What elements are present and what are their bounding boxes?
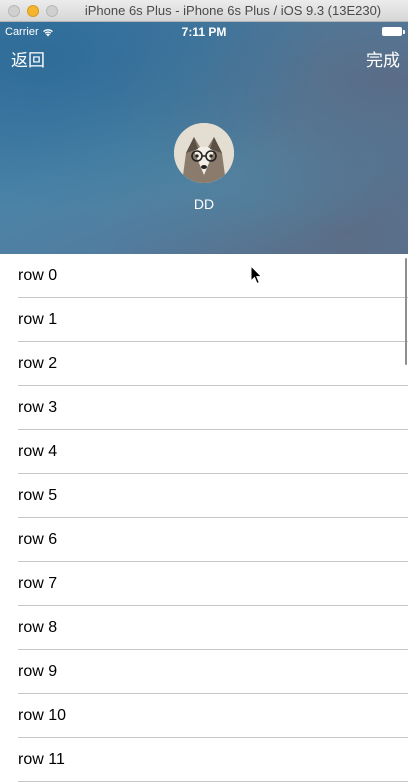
row-label: row 7: [18, 575, 58, 592]
mouse-pointer-icon: [250, 265, 263, 285]
table-row[interactable]: row 10: [0, 694, 408, 738]
table-row[interactable]: row 11: [0, 738, 408, 782]
scroll-indicator: [405, 258, 407, 365]
window-title: iPhone 6s Plus - iPhone 6s Plus / iOS 9.…: [84, 3, 382, 18]
table-row[interactable]: row 8: [0, 606, 408, 650]
window-close-button[interactable]: [8, 5, 20, 17]
done-button[interactable]: 完成: [366, 46, 400, 71]
back-button[interactable]: 返回: [11, 46, 45, 71]
window-minimize-button[interactable]: [27, 5, 39, 17]
table-view[interactable]: row 0 row 1 row 2 row 3 row 4 row 5 row 6 row 7…: [0, 254, 408, 782]
status-bar: Carrier 7:11 PM: [0, 22, 408, 42]
row-label: row 8: [18, 619, 58, 636]
table-row[interactable]: row 7: [0, 562, 408, 606]
table-row[interactable]: row 2: [0, 342, 408, 386]
simulator-title-bar: iPhone 6s Plus - iPhone 6s Plus / iOS 9.…: [0, 0, 408, 22]
window-zoom-button[interactable]: [46, 5, 58, 17]
table-row[interactable]: row 0: [0, 254, 408, 298]
row-label: row 3: [18, 399, 58, 416]
row-label: row 6: [18, 531, 58, 548]
status-clock: 7:11 PM: [181, 25, 227, 39]
table-row[interactable]: row 4: [0, 430, 408, 474]
table-row[interactable]: row 3: [0, 386, 408, 430]
avatar[interactable]: [174, 123, 234, 183]
table-row[interactable]: row 9: [0, 650, 408, 694]
row-label: row 2: [18, 355, 58, 372]
row-label: row 9: [18, 663, 58, 680]
table-row[interactable]: row 5: [0, 474, 408, 518]
profile-name: DD: [193, 196, 215, 212]
battery-icon: [382, 27, 405, 36]
profile-header: Carrier 7:11 PM 返回 完成 DD: [0, 22, 408, 254]
row-label: row 1: [18, 311, 58, 328]
table-row[interactable]: row 1: [0, 298, 408, 342]
row-label: row 4: [18, 443, 58, 460]
table-row[interactable]: row 6: [0, 518, 408, 562]
dog-avatar-image: [174, 123, 234, 183]
row-label: row 11: [18, 751, 65, 768]
row-label: row 0: [18, 267, 58, 284]
row-label: row 5: [18, 487, 58, 504]
row-label: row 10: [18, 707, 67, 724]
